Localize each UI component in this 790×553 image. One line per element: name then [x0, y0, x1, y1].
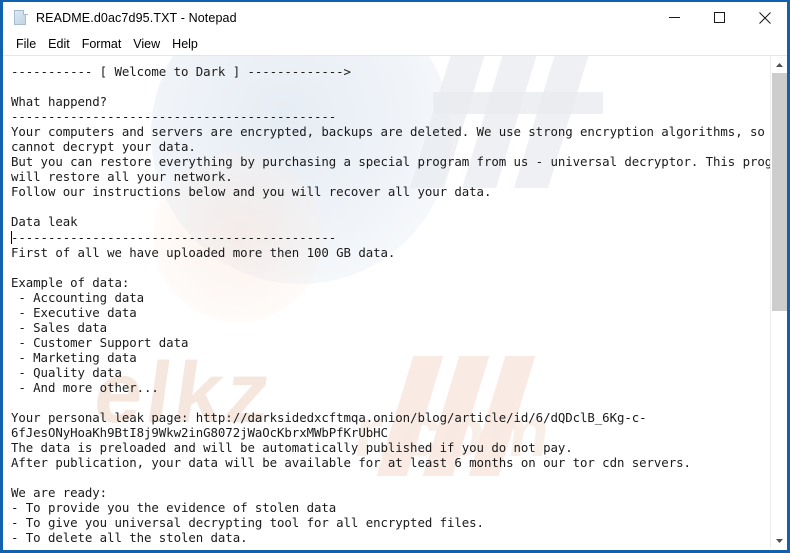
scroll-down-arrow-icon	[776, 538, 783, 543]
text-line: cannot decrypt your data.	[11, 139, 196, 155]
text-line: Follow our instructions below and you wi…	[11, 184, 492, 200]
menu-bar: File Edit Format View Help	[3, 33, 787, 55]
maximize-button[interactable]	[697, 2, 742, 33]
notepad-window: README.d0ac7d95.TXT - Notepad File Edit …	[0, 0, 790, 553]
text-line: - Customer Support data	[11, 334, 189, 350]
text-line: - To provide you the evidence of stolen …	[11, 500, 337, 516]
scroll-up-arrow-icon	[776, 62, 783, 67]
text-line: What happend?	[11, 94, 108, 110]
scroll-down-button[interactable]	[771, 532, 787, 549]
title-bar[interactable]: README.d0ac7d95.TXT - Notepad	[3, 2, 787, 33]
text-line	[11, 395, 770, 410]
text-line: First of all we have uploaded more then …	[11, 244, 396, 260]
text-line: - Executive data	[11, 304, 137, 320]
text-line: The data is preloaded and will be automa…	[11, 440, 573, 456]
menu-item-view[interactable]: View	[127, 36, 166, 53]
maximize-icon	[714, 12, 725, 23]
text-editor[interactable]: elkz r.com ----------- [ Welcome to Dark…	[3, 56, 770, 549]
text-line: 6fJesONyHoaKh9BtI8j9Wkw2inG8072jWaOcKbrx…	[11, 425, 388, 441]
client-area: elkz r.com ----------- [ Welcome to Dark…	[3, 55, 787, 549]
ransom-note-text[interactable]: ----------- [ Welcome to Dark ] --------…	[3, 56, 770, 546]
close-icon	[758, 11, 771, 24]
vertical-scrollbar[interactable]	[770, 56, 787, 549]
menu-item-edit[interactable]: Edit	[42, 36, 76, 53]
text-line	[11, 260, 770, 275]
text-line: - To delete all the stolen data.	[11, 530, 248, 546]
text-line: Your computers and servers are encrypted…	[11, 124, 770, 140]
text-line: - Marketing data	[11, 349, 137, 365]
close-button[interactable]	[742, 2, 787, 33]
text-line: Data leak	[11, 214, 78, 230]
text-line	[11, 199, 770, 214]
text-line: ----------------------------------------…	[11, 229, 337, 245]
window-title: README.d0ac7d95.TXT - Notepad	[36, 10, 237, 25]
menu-item-format[interactable]: Format	[76, 36, 128, 53]
text-line: But you can restore everything by purcha…	[11, 154, 770, 170]
minimize-button[interactable]	[652, 2, 697, 33]
scroll-up-button[interactable]	[771, 56, 787, 73]
scrollbar-track[interactable]	[771, 73, 787, 532]
minimize-icon	[669, 17, 680, 18]
text-line	[11, 79, 770, 94]
text-line: ----------------------------------------…	[11, 109, 337, 125]
text-line: - Sales data	[11, 319, 108, 335]
text-line: Your personal leak page: http://darkside…	[11, 410, 647, 426]
text-line: ----------- [ Welcome to Dark ] --------…	[11, 64, 351, 79]
menu-item-help[interactable]: Help	[166, 36, 204, 53]
title-bar-left: README.d0ac7d95.TXT - Notepad	[3, 9, 652, 26]
text-line: - To give you universal decrypting tool …	[11, 515, 484, 531]
text-line: - And more other...	[11, 379, 159, 395]
text-caret	[11, 230, 12, 244]
scrollbar-thumb[interactable]	[772, 73, 787, 311]
notepad-document-icon	[12, 9, 29, 26]
text-line: We are ready:	[11, 485, 108, 501]
text-line: - Accounting data	[11, 289, 145, 305]
menu-item-file[interactable]: File	[10, 36, 42, 53]
window-controls	[652, 2, 787, 33]
text-line: After publication, your data will be ava…	[11, 455, 691, 471]
text-line: will restore all your network.	[11, 169, 233, 185]
text-line: Example of data:	[11, 274, 130, 290]
text-line: - Quality data	[11, 364, 122, 380]
text-line	[11, 470, 770, 485]
